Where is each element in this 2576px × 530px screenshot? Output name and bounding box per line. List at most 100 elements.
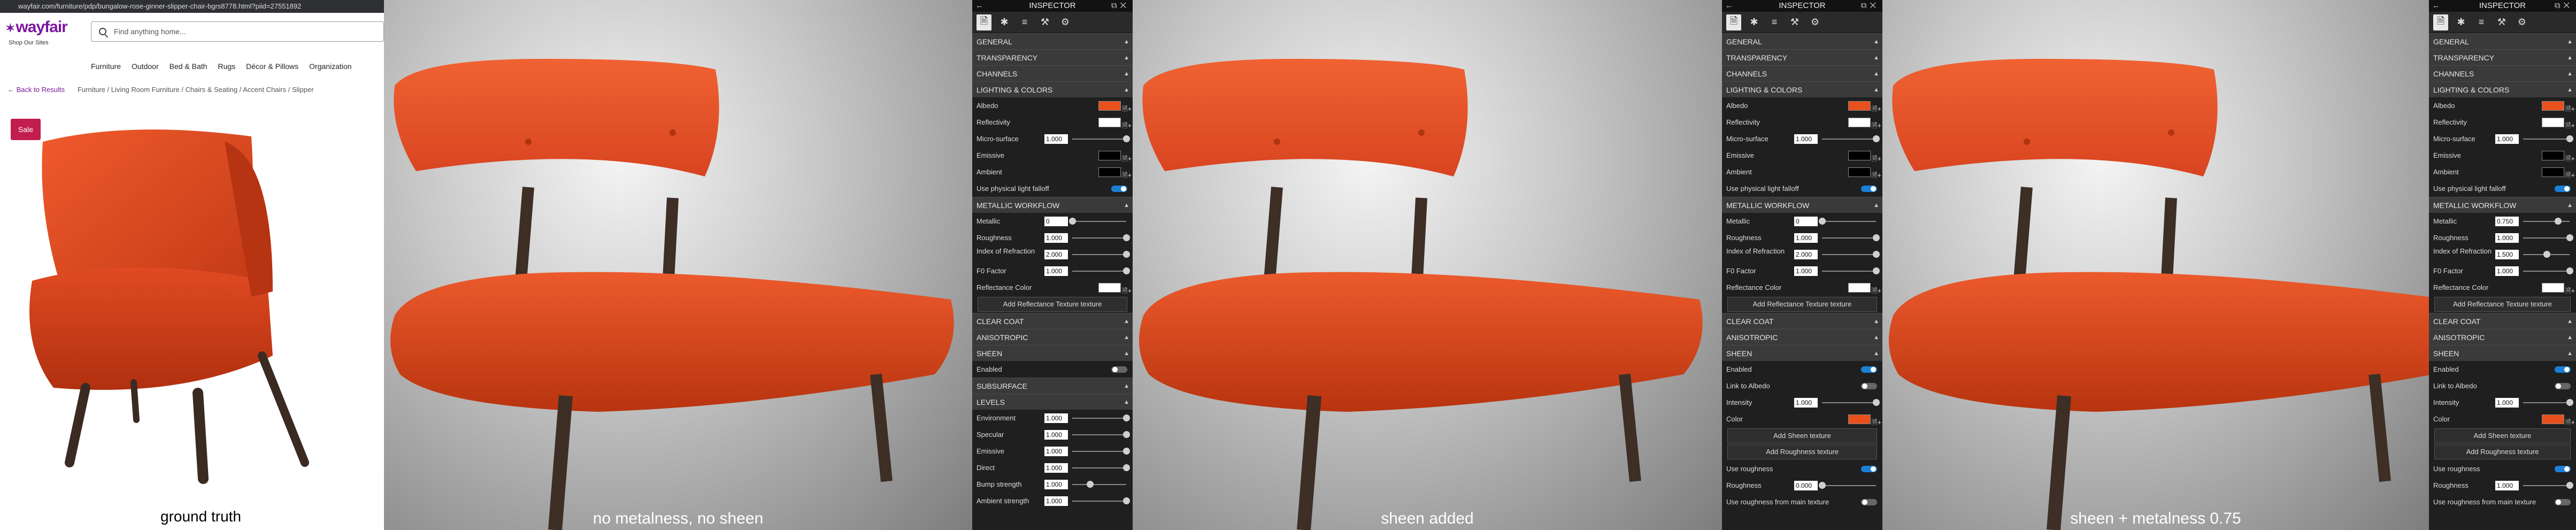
section-lighting-colors[interactable]: LIGHTING & COLORS (1722, 81, 1882, 98)
slider-track[interactable] (1822, 254, 1876, 255)
slider-track[interactable] (1072, 451, 1126, 452)
section-transparency[interactable]: TRANSPARENCY (2429, 49, 2576, 66)
section-clear-coat[interactable]: CLEAR COAT (972, 313, 1133, 329)
slider-knob[interactable] (2566, 267, 2573, 274)
color-swatch[interactable] (1848, 118, 1871, 127)
render-viewport-2[interactable]: sheen added (1133, 0, 1722, 530)
toggle-switch[interactable] (2555, 383, 2571, 389)
shop-our-sites-link[interactable]: Shop Our Sites (9, 40, 49, 46)
tab-bug-icon[interactable]: ✱ (1747, 14, 1762, 30)
color-swatch[interactable] (1098, 101, 1121, 111)
slider-knob[interactable] (1123, 234, 1130, 241)
toggle-switch[interactable] (1861, 499, 1877, 505)
value-input[interactable]: 1.000 (1794, 134, 1818, 144)
slider-knob[interactable] (1069, 218, 1076, 225)
slider-track[interactable] (1072, 254, 1126, 255)
slider-knob[interactable] (1123, 464, 1130, 471)
slider-knob[interactable] (1873, 135, 1880, 142)
wayfair-logo[interactable]: ✶wayfair (5, 18, 68, 36)
color-swatch[interactable] (1848, 151, 1871, 160)
slider-track[interactable] (1822, 221, 1876, 222)
value-input[interactable]: 1.000 (1794, 233, 1818, 243)
section-transparency[interactable]: TRANSPARENCY (972, 49, 1133, 66)
value-input[interactable]: 1.000 (2495, 134, 2519, 144)
value-input[interactable]: 2.000 (1044, 250, 1068, 259)
slider-track[interactable] (1822, 139, 1876, 140)
color-swatch[interactable] (2542, 414, 2564, 424)
back-arrow-icon[interactable]: ← (1725, 0, 1733, 12)
add-sheen-texture-button[interactable]: Add Sheen texture (2434, 428, 2571, 443)
window-controls[interactable]: ⧉✕ (2555, 0, 2573, 12)
tab-document-icon[interactable]: 🗎 (1726, 14, 1741, 30)
slider-track[interactable] (1072, 484, 1126, 485)
nav-item-decor-pillows[interactable]: Décor & Pillows (246, 62, 298, 74)
section-metallic-workflow[interactable]: METALLIC WORKFLOW (2429, 197, 2576, 213)
slider-track[interactable] (1822, 485, 1876, 486)
nav-item-organization[interactable]: Organization (309, 62, 351, 74)
slider-track[interactable] (1822, 237, 1876, 239)
slider-track[interactable] (2523, 139, 2570, 140)
section-sheen[interactable]: SHEEN (972, 345, 1133, 362)
render-viewport-3[interactable]: sheen + metalness 0.75 (1882, 0, 2429, 530)
slider-track[interactable] (1072, 418, 1126, 419)
section-subsurface[interactable]: SUBSURFACE (972, 378, 1133, 394)
slider-knob[interactable] (1123, 251, 1130, 258)
value-input[interactable]: 0.000 (1794, 481, 1818, 490)
texture-add-icon[interactable]: 🗎+ (1872, 414, 1881, 431)
section-metallic-workflow[interactable]: METALLIC WORKFLOW (972, 197, 1133, 213)
tab-gear-icon[interactable]: ⚙ (1808, 14, 1823, 30)
color-swatch[interactable] (1098, 118, 1121, 127)
slider-knob[interactable] (2555, 218, 2562, 225)
value-input[interactable]: 1.000 (1794, 398, 1818, 408)
slider-knob[interactable] (1123, 431, 1130, 438)
add-sheen-texture-button[interactable]: Add Sheen texture (1727, 428, 1877, 443)
value-input[interactable]: 1.000 (1044, 447, 1068, 456)
nav-item-furniture[interactable]: Furniture (91, 62, 121, 74)
slider-track[interactable] (1072, 237, 1126, 239)
texture-add-icon[interactable]: 🗎+ (2565, 414, 2575, 431)
window-controls[interactable]: ⧉✕ (1111, 0, 1129, 12)
slider-track[interactable] (2523, 485, 2570, 486)
value-input[interactable]: 1.000 (1044, 134, 1068, 144)
color-swatch[interactable] (2542, 101, 2564, 111)
color-swatch[interactable] (2542, 167, 2564, 177)
section-channels[interactable]: CHANNELS (2429, 65, 2576, 82)
tab-chart-icon[interactable]: ≡ (2474, 14, 2489, 30)
value-input[interactable]: 1.000 (2495, 481, 2519, 490)
section-anisotropic[interactable]: ANISOTROPIC (2429, 329, 2576, 345)
slider-track[interactable] (1822, 271, 1876, 272)
toggle-switch[interactable] (1861, 383, 1877, 389)
toggle-switch[interactable] (1861, 366, 1877, 373)
value-input[interactable]: 1.000 (2495, 266, 2519, 276)
tab-document-icon[interactable]: 🗎 (2433, 14, 2448, 30)
section-channels[interactable]: CHANNELS (972, 65, 1133, 82)
slider-knob[interactable] (2566, 234, 2573, 241)
slider-knob[interactable] (2566, 135, 2573, 142)
value-input[interactable]: 0 (1794, 217, 1818, 226)
slider-track[interactable] (2523, 271, 2570, 272)
toggle-switch[interactable] (2555, 366, 2571, 373)
value-input[interactable]: 1.500 (2495, 250, 2519, 259)
slider-track[interactable] (1072, 271, 1126, 272)
tab-gear-icon[interactable]: ⚙ (2515, 14, 2529, 30)
texture-add-icon[interactable]: 🗎+ (1872, 282, 1881, 299)
slider-track[interactable] (1072, 467, 1126, 468)
slider-track[interactable] (1822, 402, 1876, 403)
color-swatch[interactable] (2542, 283, 2564, 293)
value-input[interactable]: 2.000 (1794, 250, 1818, 259)
add-roughness-texture-button[interactable]: Add Roughness texture (1727, 444, 1877, 459)
add-roughness-texture-button[interactable]: Add Roughness texture (2434, 444, 2571, 459)
slider-knob[interactable] (1087, 481, 1094, 488)
tab-chart-icon[interactable]: ≡ (1767, 14, 1782, 30)
slider-knob[interactable] (1873, 399, 1880, 406)
slider-track[interactable] (2523, 402, 2570, 403)
color-swatch[interactable] (1848, 167, 1871, 177)
value-input[interactable]: 1.000 (1044, 480, 1068, 489)
tab-wrench-icon[interactable]: ⚒ (2494, 14, 2509, 30)
tab-document-icon[interactable]: 🗎 (976, 14, 991, 30)
slider-knob[interactable] (2543, 251, 2550, 258)
toggle-switch[interactable] (1861, 466, 1877, 472)
add-reflectance-texture-texture-button[interactable]: Add Reflectance Texture texture (978, 297, 1127, 312)
color-swatch[interactable] (1098, 283, 1121, 293)
slider-track[interactable] (2523, 221, 2570, 222)
